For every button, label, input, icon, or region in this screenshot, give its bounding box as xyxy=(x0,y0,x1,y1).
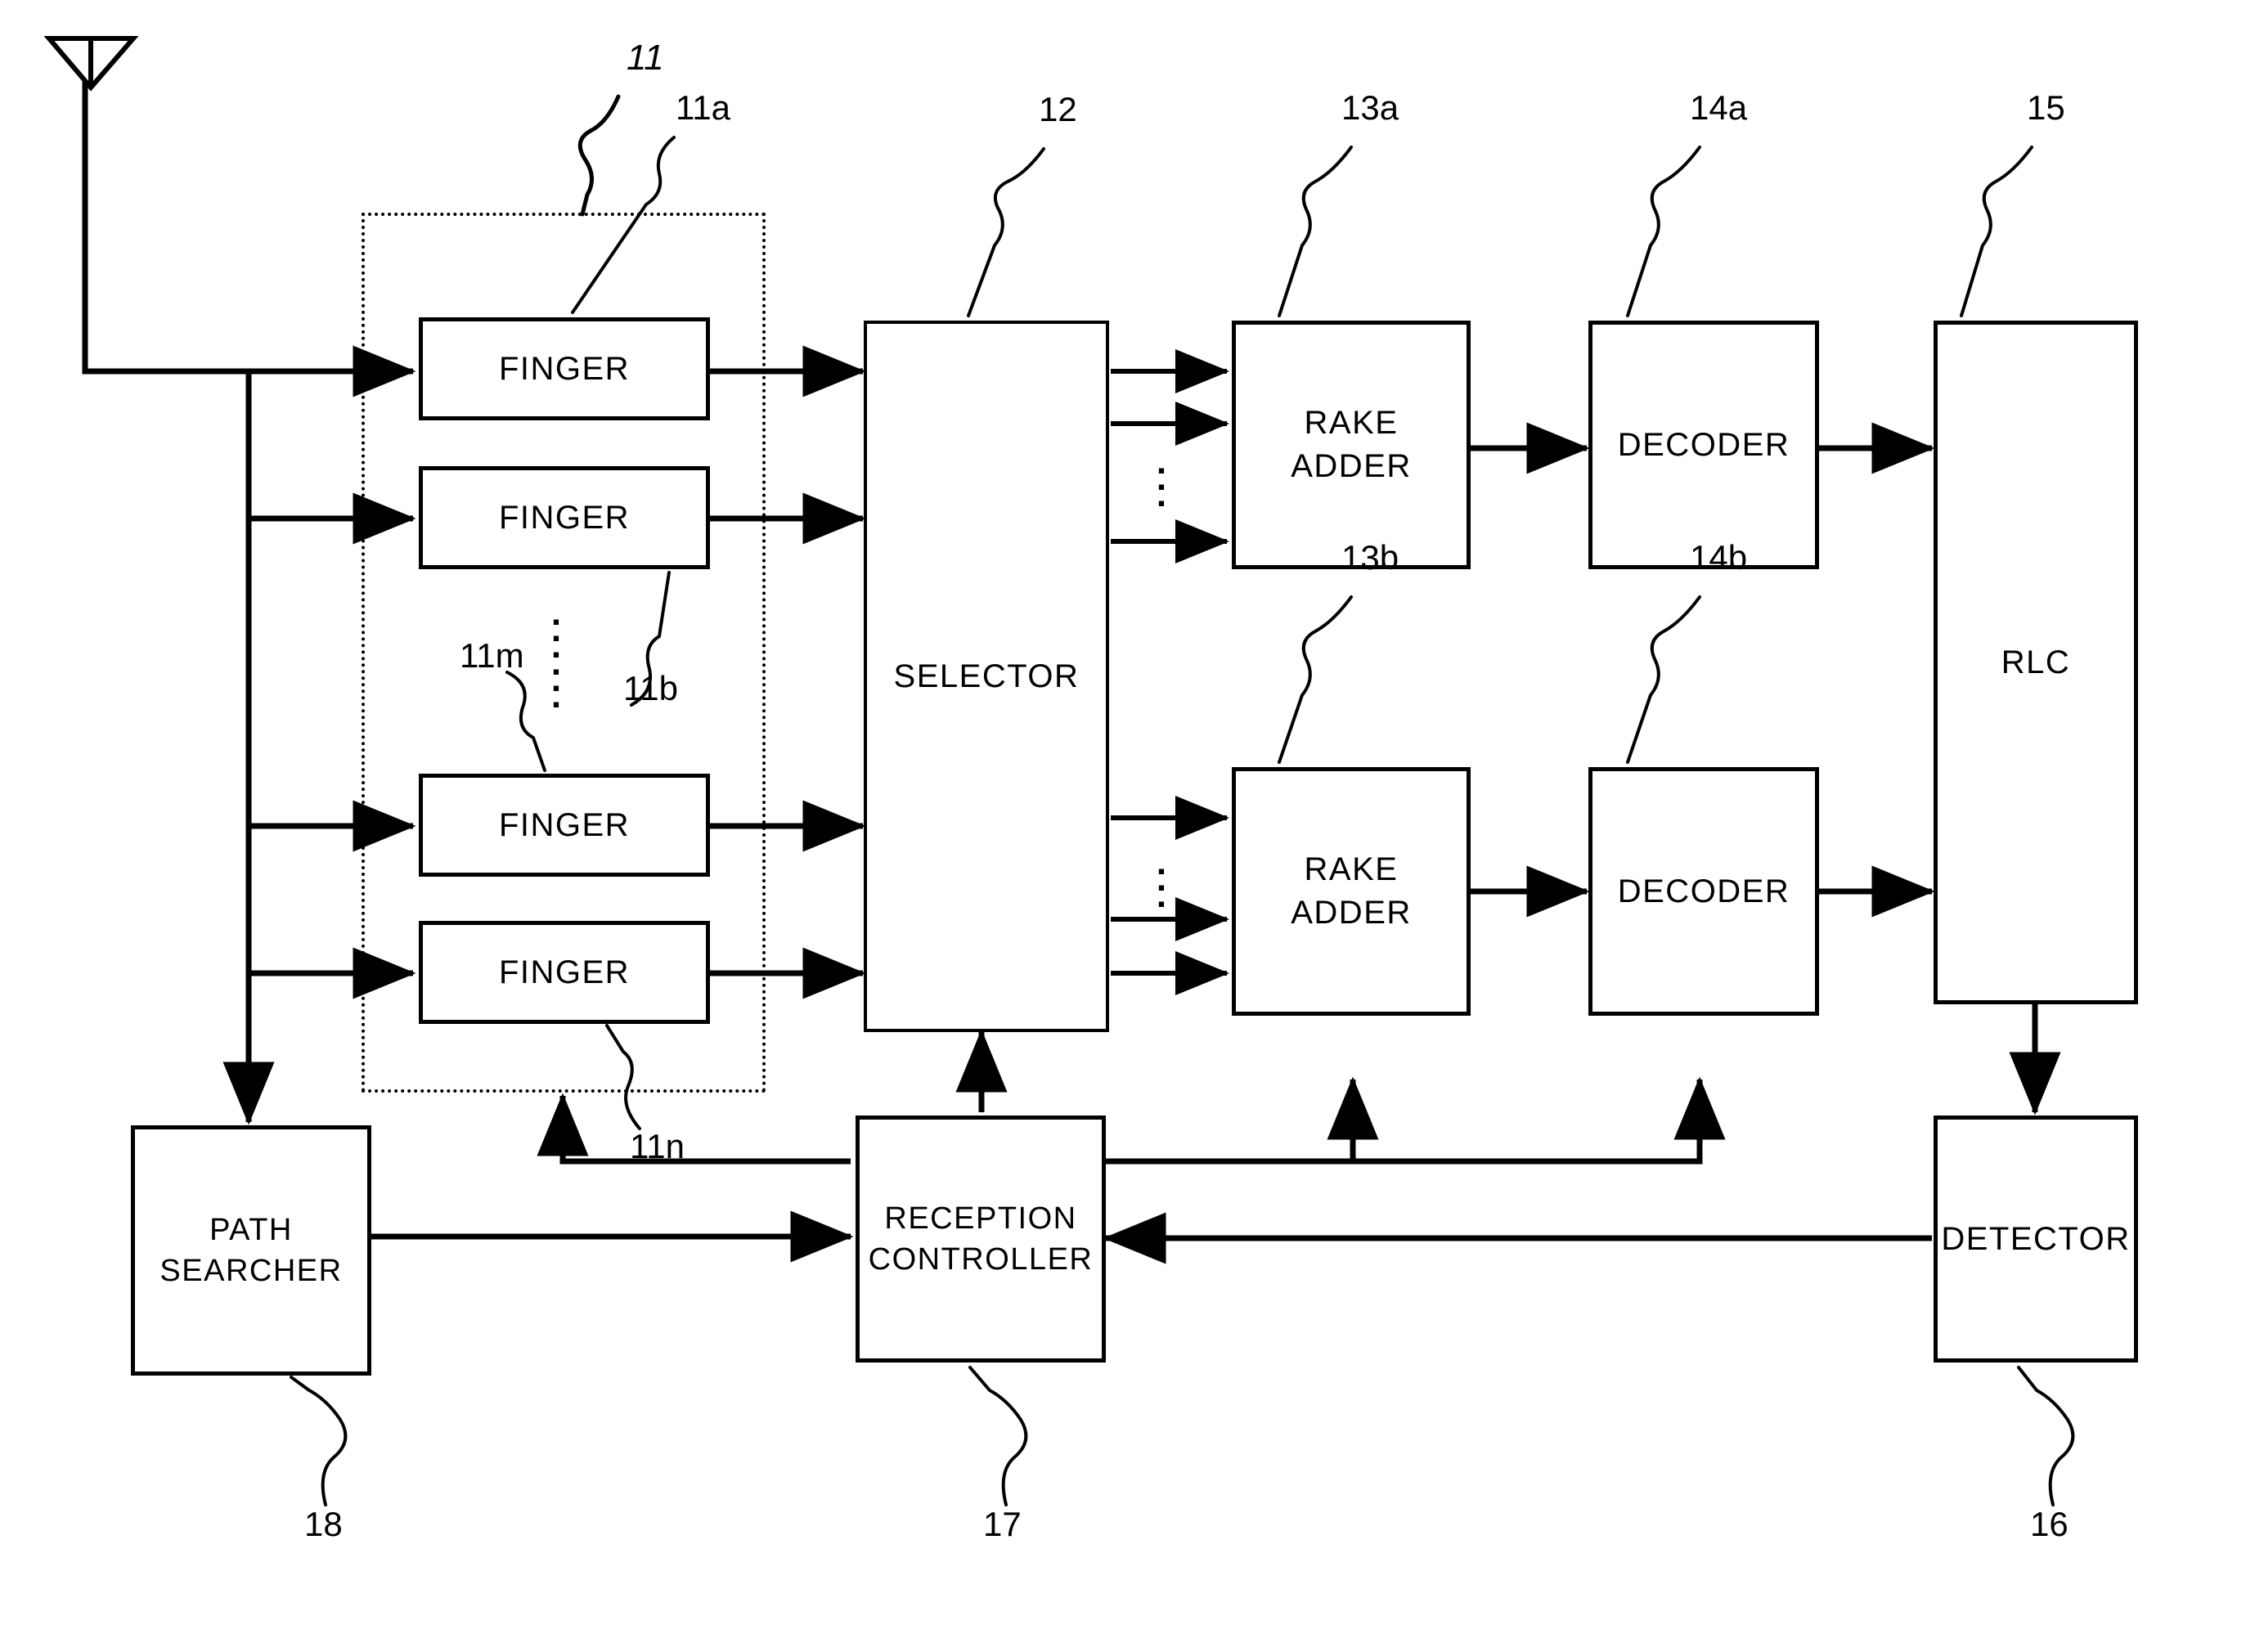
ref-label-17: 17 xyxy=(983,1505,1022,1543)
ref-label-18: 18 xyxy=(304,1505,343,1543)
ref-label-15: 15 xyxy=(2027,88,2065,127)
ref-label-14b: 14b xyxy=(1690,538,1748,577)
leader-lines-layer xyxy=(290,94,2075,1506)
ref-label-13a: 13a xyxy=(1341,88,1399,127)
ref-label-12: 12 xyxy=(1039,90,1077,128)
ref-label-14a: 14a xyxy=(1690,88,1748,127)
ref-label-16: 16 xyxy=(2030,1505,2069,1543)
ref-label-13b: 13b xyxy=(1341,538,1399,577)
ref-label-11: 11 xyxy=(627,38,664,78)
ref-label-11b: 11b xyxy=(623,669,678,707)
ref-label-11n: 11n xyxy=(630,1127,685,1165)
ref-label-11m: 11m xyxy=(460,636,524,675)
patent-figure: FINGER FINGER FINGER FINGER SELECTOR RAK… xyxy=(0,0,2246,1652)
ref-label-11a: 11a xyxy=(676,88,730,127)
